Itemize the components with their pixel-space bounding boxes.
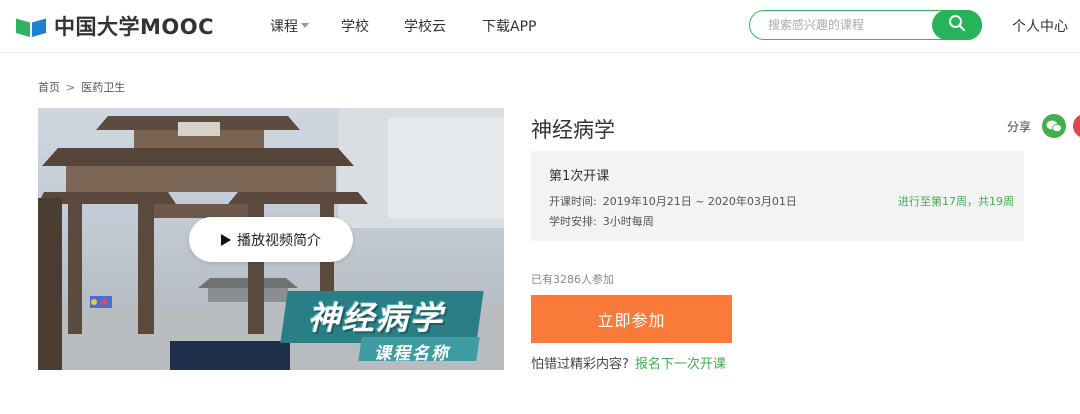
share-label: 分享 — [1007, 120, 1032, 134]
nav-item-courses[interactable]: 课程 — [270, 16, 309, 36]
breadcrumb: 首页 > 医药卫生 — [38, 79, 125, 95]
schedule-label: 学时安排: — [549, 215, 597, 228]
breadcrumb-category[interactable]: 医药卫生 — [81, 81, 125, 94]
play-intro-button[interactable]: 播放视频简介 — [189, 217, 353, 262]
nav-item-download-app[interactable]: 下载APP — [482, 16, 536, 36]
session-label: 第1次开课 — [549, 169, 610, 184]
nav-item-label: 课程 — [270, 19, 298, 35]
course-title: 神经病学 — [531, 118, 615, 142]
missed-content-row: 怕错过精彩内容? 报名下一次开课 — [531, 353, 726, 372]
book-logo-icon — [14, 14, 50, 38]
user-center-link[interactable]: 个人中心 — [1012, 16, 1068, 36]
nav-item-schools[interactable]: 学校 — [341, 16, 369, 36]
brand-name: 中国大学MOOC — [54, 15, 215, 39]
join-now-button[interactable]: 立即参加 — [531, 295, 732, 343]
next-session-link[interactable]: 报名下一次开课 — [635, 357, 726, 372]
search-icon — [948, 14, 966, 36]
brand-logo[interactable]: 中国大学MOOC — [14, 13, 214, 39]
schedule-value: 3小时每周 — [602, 215, 654, 228]
play-icon — [221, 233, 231, 246]
session-info-panel: 第1次开课 开课时间: 2019年10月21日 ~ 2020年03月01日 学时安… — [531, 151, 1024, 241]
banner-subtitle: 课程名称 — [374, 344, 450, 364]
weibo-share-icon[interactable] — [1073, 114, 1080, 138]
schedule-row: 学时安排: 3小时每周 — [549, 213, 654, 229]
start-time-value: 2019年10月21日 ~ 2020年03月01日 — [602, 195, 797, 208]
missed-text: 怕错过精彩内容? — [531, 357, 629, 372]
play-label: 播放视频简介 — [237, 232, 321, 249]
course-progress: 进行至第17周，共19周 — [898, 195, 1014, 208]
wechat-share-icon[interactable] — [1042, 114, 1066, 138]
nav-item-school-cloud[interactable]: 学校云 — [404, 16, 446, 36]
caret-down-icon — [301, 23, 309, 28]
search-button[interactable] — [932, 10, 982, 40]
dark-strip — [170, 341, 290, 370]
breadcrumb-separator: > — [66, 81, 76, 94]
enrolled-count: 已有3286人参加 — [531, 273, 614, 286]
start-time-row: 开课时间: 2019年10月21日 ~ 2020年03月01日 — [549, 193, 797, 209]
top-header: 中国大学MOOC 课程 学校 学校云 下载APP 个人中心 — [0, 0, 1080, 53]
course-intro-video[interactable]: 神经病学 课程名称 播放视频简介 — [38, 108, 504, 370]
search-input[interactable] — [768, 16, 928, 34]
start-time-label: 开课时间: — [549, 195, 597, 208]
search-box — [749, 10, 982, 40]
breadcrumb-home[interactable]: 首页 — [38, 81, 60, 94]
banner-course-title: 神经病学 — [308, 299, 445, 337]
